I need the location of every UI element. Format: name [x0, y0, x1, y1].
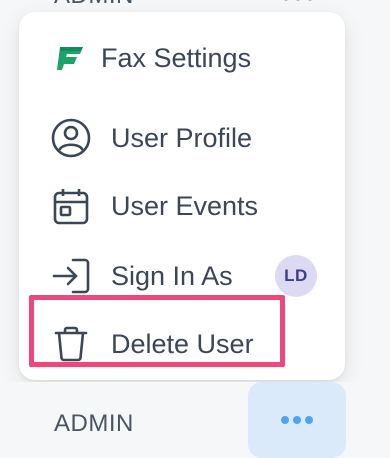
more-horizontal-icon	[281, 416, 313, 424]
menu-item-user-profile[interactable]: User Profile	[19, 108, 345, 168]
sign-in-icon	[51, 256, 91, 296]
menu-item-label: Sign In As	[111, 260, 233, 291]
more-horizontal-icon[interactable]	[278, 0, 318, 2]
menu-item-label: Fax Settings	[101, 42, 252, 73]
avatar: LD	[275, 255, 317, 297]
menu-item-user-events[interactable]: User Events	[19, 176, 345, 236]
menu-item-fax-settings[interactable]: Fax Settings	[19, 28, 345, 88]
calendar-icon	[51, 186, 91, 226]
user-row-bottom: ADMIN	[0, 382, 390, 458]
more-actions-button[interactable]	[248, 382, 346, 458]
menu-item-label: User Events	[111, 190, 259, 221]
user-actions-screen: ADMIN Fax Settings	[0, 0, 390, 458]
highlight-box	[29, 295, 285, 367]
user-circle-icon	[51, 118, 91, 158]
fax-logo-icon	[51, 38, 91, 78]
user-role: ADMIN	[54, 0, 134, 10]
user-role: ADMIN	[54, 410, 134, 437]
menu-item-label: User Profile	[111, 122, 253, 153]
